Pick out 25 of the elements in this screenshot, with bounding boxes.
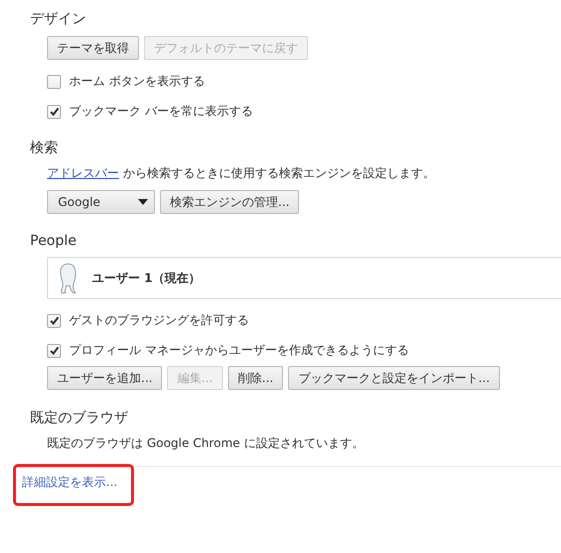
show-advanced-settings-link[interactable]: 詳細設定を表示... xyxy=(22,475,118,489)
people-button[interactable]: 削除... xyxy=(228,366,284,390)
caret-icon xyxy=(138,199,148,205)
user-avatar-icon[interactable] xyxy=(58,262,78,294)
user-name: ユーザー 1（現在） xyxy=(92,270,201,286)
people-button[interactable]: ユーザーを追加... xyxy=(47,366,162,390)
address-bar-link[interactable]: アドレスバー xyxy=(47,166,119,180)
theme-button[interactable]: テーマを取得 xyxy=(47,36,139,60)
section-heading: 既定のブラウザ xyxy=(30,409,129,427)
checkbox[interactable] xyxy=(47,344,61,358)
checkbox-label: プロフィール マネージャからユーザーを作成できるようにする xyxy=(69,342,409,359)
search-engine-dropdown[interactable]: Google xyxy=(47,190,155,214)
checkbox[interactable] xyxy=(47,104,61,118)
checkbox-label: ブックマーク バーを常に表示する xyxy=(69,103,253,120)
checkbox[interactable] xyxy=(47,74,61,88)
search-description: アドレスバー から検索するときに使用する検索エンジンを設定します。 xyxy=(47,165,436,182)
checkbox-label: ゲストのブラウジングを許可する xyxy=(69,312,249,329)
people-button[interactable]: ブックマークと設定をインポート... xyxy=(288,366,500,390)
section-heading: People xyxy=(30,233,78,249)
checkbox[interactable] xyxy=(47,314,61,328)
manage-search-engines-button[interactable]: 検索エンジンの管理... xyxy=(160,190,300,214)
checkbox-label: ホーム ボタンを表示する xyxy=(69,73,205,90)
section-heading: 検索 xyxy=(30,139,59,157)
default-browser-text: 既定のブラウザは Google Chrome に設定されています。 xyxy=(47,435,365,452)
section-heading: デザイン xyxy=(30,10,87,28)
